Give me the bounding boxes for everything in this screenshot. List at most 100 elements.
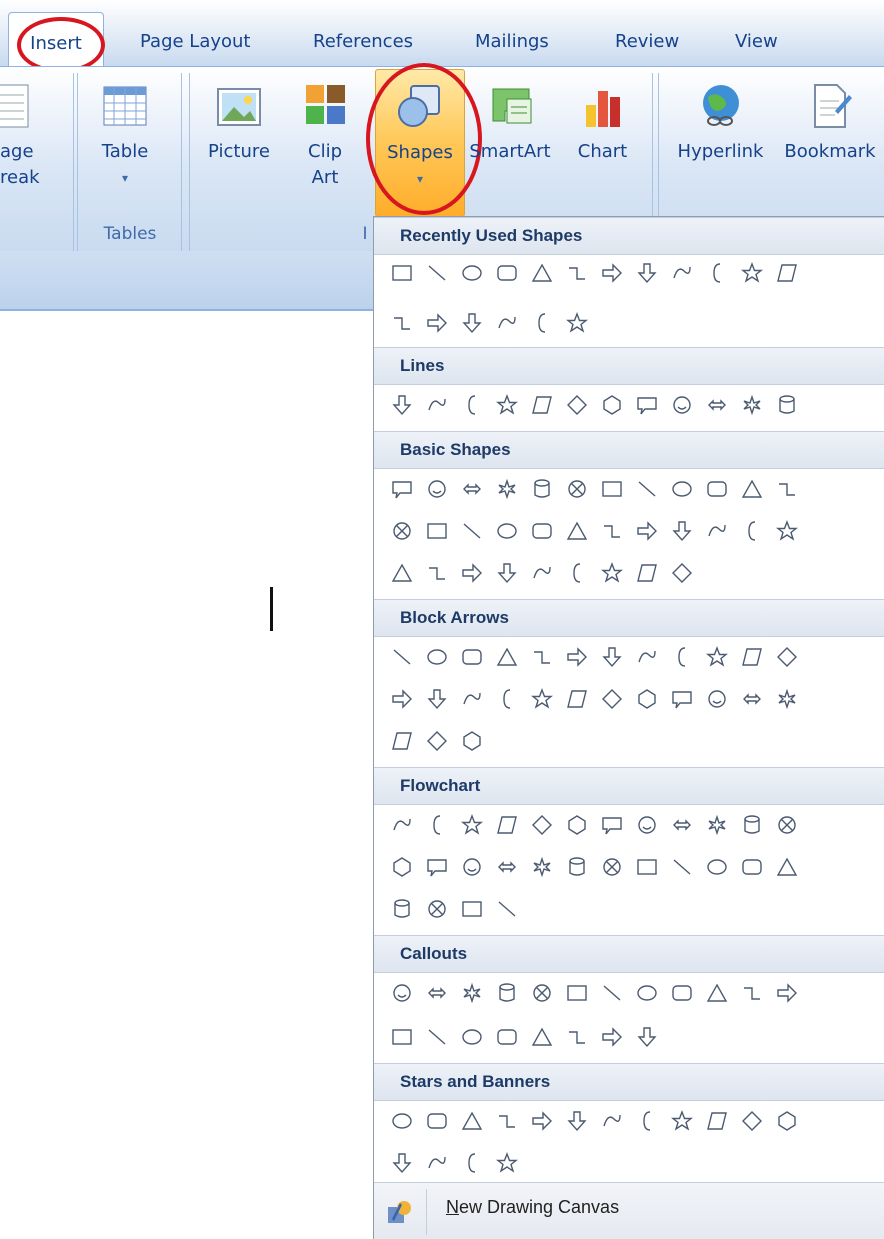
shape-option-icon[interactable] — [524, 257, 559, 289]
shape-option-icon[interactable] — [769, 977, 804, 1009]
shape-option-icon[interactable] — [629, 515, 664, 547]
shape-option-icon[interactable] — [664, 473, 699, 505]
shape-option-icon[interactable] — [384, 257, 419, 289]
hyperlink-button[interactable]: Hyperlink — [668, 77, 773, 165]
shape-option-icon[interactable] — [384, 641, 419, 673]
shape-option-icon[interactable] — [769, 257, 804, 289]
shape-option-icon[interactable] — [419, 893, 454, 925]
shape-option-icon[interactable] — [489, 1147, 524, 1179]
shape-option-icon[interactable] — [664, 557, 699, 589]
shape-option-icon[interactable] — [769, 683, 804, 715]
tab-mailings[interactable]: Mailings — [475, 20, 549, 64]
page-break-button[interactable]: age reak — [0, 77, 52, 191]
shape-option-icon[interactable] — [419, 809, 454, 841]
shape-option-icon[interactable] — [524, 977, 559, 1009]
shape-option-icon[interactable] — [664, 257, 699, 289]
shape-option-icon[interactable] — [594, 557, 629, 589]
shape-option-icon[interactable] — [419, 1147, 454, 1179]
shape-option-icon[interactable] — [559, 557, 594, 589]
shape-option-icon[interactable] — [629, 851, 664, 883]
shape-option-icon[interactable] — [769, 809, 804, 841]
shape-option-icon[interactable] — [524, 809, 559, 841]
shape-option-icon[interactable] — [699, 515, 734, 547]
shape-option-icon[interactable] — [629, 389, 664, 421]
shape-option-icon[interactable] — [594, 683, 629, 715]
shape-option-icon[interactable] — [769, 641, 804, 673]
shape-option-icon[interactable] — [454, 307, 489, 339]
shape-option-icon[interactable] — [384, 851, 419, 883]
shape-option-icon[interactable] — [594, 389, 629, 421]
shape-option-icon[interactable] — [594, 1105, 629, 1137]
shape-option-icon[interactable] — [594, 1021, 629, 1053]
tab-review[interactable]: Review — [615, 20, 679, 64]
shape-option-icon[interactable] — [384, 893, 419, 925]
shape-option-icon[interactable] — [384, 683, 419, 715]
shape-option-icon[interactable] — [454, 641, 489, 673]
shape-option-icon[interactable] — [419, 473, 454, 505]
shape-option-icon[interactable] — [629, 977, 664, 1009]
shape-option-icon[interactable] — [629, 809, 664, 841]
shape-option-icon[interactable] — [594, 809, 629, 841]
shape-option-icon[interactable] — [629, 1105, 664, 1137]
shape-option-icon[interactable] — [524, 307, 559, 339]
shape-option-icon[interactable] — [384, 473, 419, 505]
shape-option-icon[interactable] — [384, 557, 419, 589]
shape-option-icon[interactable] — [594, 257, 629, 289]
shape-option-icon[interactable] — [664, 851, 699, 883]
shape-option-icon[interactable] — [454, 1147, 489, 1179]
shape-option-icon[interactable] — [594, 851, 629, 883]
shape-option-icon[interactable] — [629, 473, 664, 505]
shape-option-icon[interactable] — [664, 389, 699, 421]
shape-option-icon[interactable] — [419, 851, 454, 883]
shape-option-icon[interactable] — [629, 257, 664, 289]
shape-option-icon[interactable] — [454, 557, 489, 589]
shape-option-icon[interactable] — [699, 809, 734, 841]
shape-option-icon[interactable] — [524, 389, 559, 421]
shape-option-icon[interactable] — [629, 641, 664, 673]
shape-option-icon[interactable] — [489, 389, 524, 421]
shape-option-icon[interactable] — [489, 307, 524, 339]
shape-option-icon[interactable] — [559, 851, 594, 883]
shape-option-icon[interactable] — [524, 473, 559, 505]
shape-option-icon[interactable] — [489, 515, 524, 547]
shape-option-icon[interactable] — [769, 389, 804, 421]
tab-view[interactable]: View — [735, 20, 778, 64]
shape-option-icon[interactable] — [664, 809, 699, 841]
shape-option-icon[interactable] — [594, 641, 629, 673]
shape-option-icon[interactable] — [454, 473, 489, 505]
bookmark-button[interactable]: Bookmark — [778, 77, 882, 165]
shape-option-icon[interactable] — [419, 1105, 454, 1137]
shape-option-icon[interactable] — [419, 641, 454, 673]
shape-option-icon[interactable] — [489, 683, 524, 715]
shape-option-icon[interactable] — [454, 809, 489, 841]
shape-option-icon[interactable] — [699, 1105, 734, 1137]
shape-option-icon[interactable] — [769, 473, 804, 505]
shape-option-icon[interactable] — [419, 977, 454, 1009]
shape-option-icon[interactable] — [454, 977, 489, 1009]
shape-option-icon[interactable] — [489, 1105, 524, 1137]
shape-option-icon[interactable] — [559, 307, 594, 339]
shape-option-icon[interactable] — [734, 641, 769, 673]
shape-option-icon[interactable] — [734, 473, 769, 505]
shape-option-icon[interactable] — [419, 307, 454, 339]
shape-option-icon[interactable] — [734, 809, 769, 841]
shape-option-icon[interactable] — [454, 1021, 489, 1053]
shape-option-icon[interactable] — [734, 851, 769, 883]
shape-option-icon[interactable] — [524, 557, 559, 589]
shape-option-icon[interactable] — [699, 389, 734, 421]
new-drawing-canvas-item[interactable]: New Drawing Canvas — [374, 1182, 884, 1239]
shape-option-icon[interactable] — [699, 473, 734, 505]
shape-option-icon[interactable] — [734, 389, 769, 421]
shape-option-icon[interactable] — [384, 1105, 419, 1137]
shape-option-icon[interactable] — [419, 683, 454, 715]
shape-option-icon[interactable] — [419, 557, 454, 589]
shape-option-icon[interactable] — [454, 1105, 489, 1137]
shape-option-icon[interactable] — [699, 683, 734, 715]
shape-option-icon[interactable] — [419, 515, 454, 547]
shape-option-icon[interactable] — [419, 389, 454, 421]
shape-option-icon[interactable] — [734, 257, 769, 289]
shape-option-icon[interactable] — [454, 515, 489, 547]
shape-option-icon[interactable] — [769, 515, 804, 547]
shape-option-icon[interactable] — [489, 641, 524, 673]
chart-button[interactable]: Chart — [565, 77, 640, 165]
